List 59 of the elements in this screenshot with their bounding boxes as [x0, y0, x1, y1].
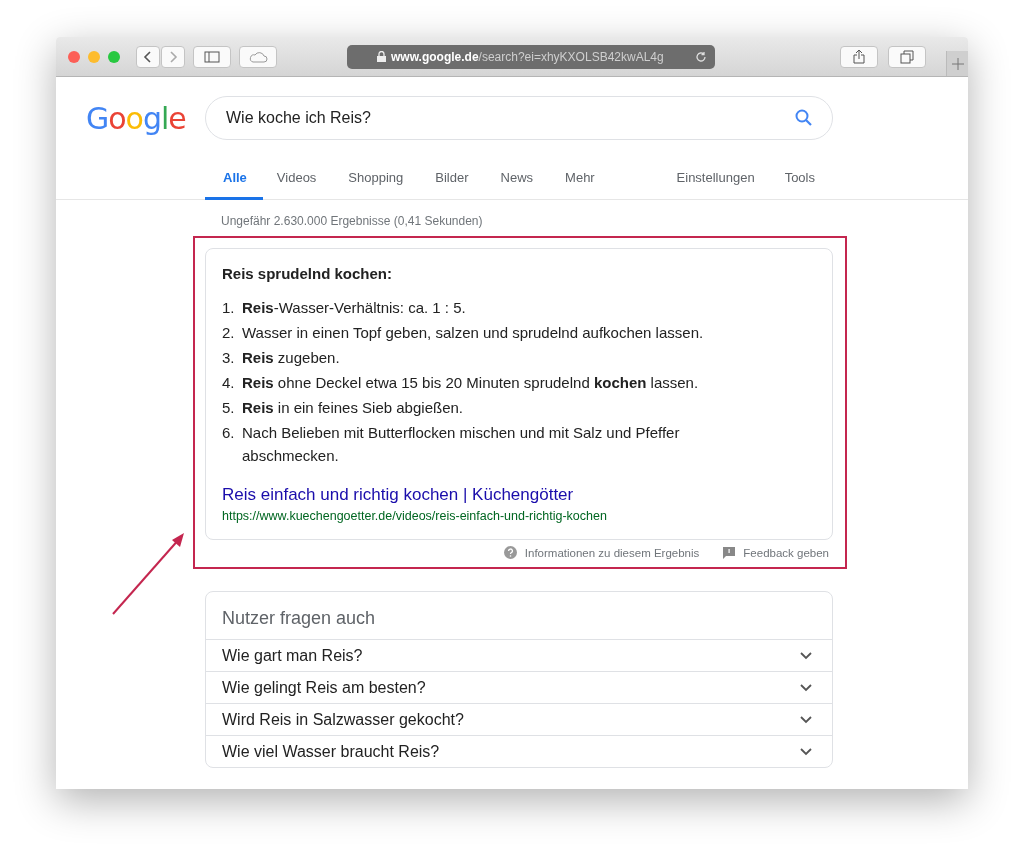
search-tab[interactable]: Shopping: [332, 156, 420, 200]
search-tab[interactable]: News: [484, 156, 550, 200]
chevron-icon: [800, 715, 812, 724]
question-row[interactable]: Wie viel Wasser braucht Reis?: [206, 735, 832, 767]
step-number: 6.: [222, 423, 236, 443]
step-text: Reis ohne Deckel etwa 15 bis 20 Minuten sprudelnd kochen lassen.: [242, 373, 700, 393]
plus-icon: [951, 57, 964, 70]
new-tab-button[interactable]: [946, 51, 968, 76]
search-icon[interactable]: [794, 108, 814, 128]
zoom-icon[interactable]: [108, 50, 120, 63]
share-icon: [853, 49, 865, 64]
help-icon: [503, 546, 517, 559]
back-button[interactable]: [136, 45, 160, 68]
tabs-button[interactable]: [888, 45, 926, 68]
question-row[interactable]: Wie gelingt Reis am besten?: [206, 671, 832, 703]
sidebar-icon: [204, 50, 220, 63]
step-number: 1.: [222, 298, 236, 318]
reload-icon[interactable]: [695, 50, 707, 63]
result-link[interactable]: Reis einfach und richtig kochen | Küchengötter: [222, 485, 816, 505]
minimize-icon[interactable]: [88, 50, 100, 63]
snippet-heading: Reis sprudelnd kochen:: [222, 265, 394, 282]
result-url: https://www.kuechengoetter.de/videos/reis-einfach-und-richtig-kochen: [222, 509, 608, 523]
cloud-button[interactable]: [239, 45, 277, 68]
search-tab[interactable]: Mehr: [549, 156, 611, 200]
tabs-icon: [900, 49, 914, 64]
forward-button[interactable]: [161, 45, 185, 68]
share-button[interactable]: [840, 45, 878, 68]
address-bar[interactable]: www.google.de/search?ei=xhyKXOLSB42kwAL4g: [347, 44, 715, 69]
chevron-icon: [800, 683, 812, 692]
tools-link[interactable]: Tools: [784, 156, 815, 200]
feedback-icon: [723, 546, 736, 559]
step-text: Wasser in einen Topf geben, salzen und sprudelnd aufkochen lassen.: [242, 323, 705, 343]
step-number: 2.: [222, 323, 236, 343]
forward-icon: [168, 49, 178, 64]
feedback-text: Feedback geben: [743, 546, 829, 559]
sidebar-button[interactable]: [193, 45, 231, 68]
result-stats: Ungefähr 2.630.000 Ergebnisse (0,41 Sekunden): [221, 214, 484, 228]
search-tab[interactable]: Bilder: [419, 156, 485, 200]
step-number: 5.: [222, 398, 236, 418]
search-tab[interactable]: Alle: [205, 156, 263, 200]
chevron-icon: [800, 651, 812, 660]
questions-title: Nutzer fragen auch: [221, 607, 377, 630]
back-icon: [143, 49, 153, 64]
feedback-link[interactable]: Feedback geben: [723, 546, 829, 559]
search-tab[interactable]: Videos: [262, 156, 333, 200]
logo[interactable]: Google: [86, 100, 205, 136]
step-number: 4.: [222, 373, 236, 393]
question-row[interactable]: Wird Reis in Salzwasser gekocht?: [206, 703, 832, 735]
lock-icon: [377, 51, 386, 62]
chevron-icon: [800, 747, 812, 756]
step-text: Reis zugeben.: [242, 348, 341, 368]
question-row[interactable]: Wie gart man Reis?: [206, 639, 832, 671]
tools-link[interactable]: Einstellungen: [676, 156, 755, 200]
close-icon[interactable]: [68, 50, 80, 63]
cloud-icon: [248, 50, 268, 63]
step-text: Reis in ein feines Sieb abgießen.: [242, 398, 464, 418]
step-text: Nach Belieben mit Butterflocken mischen und mit Salz und Pfeffer abschmecken.: [242, 423, 681, 466]
step-text: Reis-Wasser-Verhältnis: ca. 1 : 5.: [242, 298, 467, 318]
step-number: 3.: [222, 348, 236, 368]
